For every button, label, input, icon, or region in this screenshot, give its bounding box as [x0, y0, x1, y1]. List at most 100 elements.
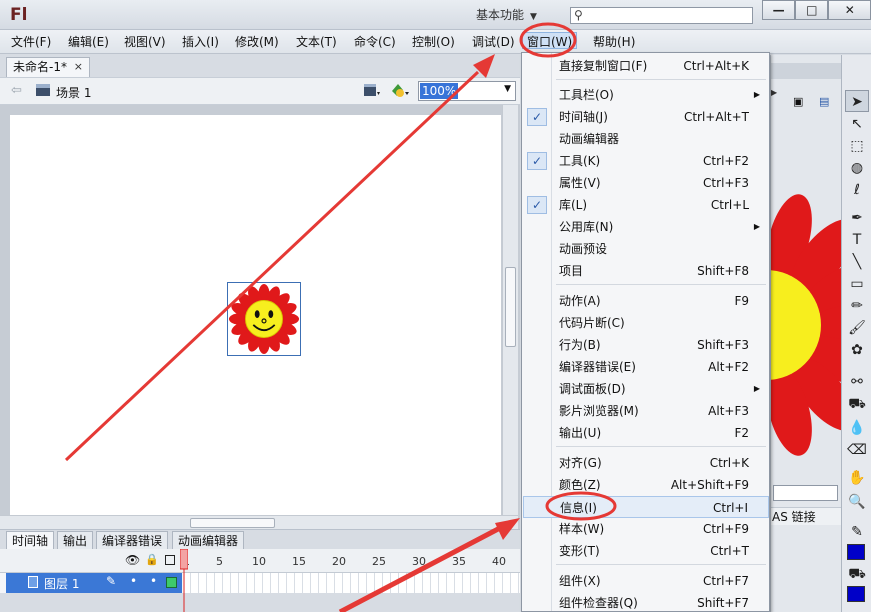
tab-compiler-errors[interactable]: 编译器错误	[96, 531, 169, 550]
subselection-tool-icon[interactable]: ↖	[845, 113, 869, 135]
window-menu-item[interactable]: 动作(A) F9	[523, 290, 769, 312]
library-pin-icon[interactable]: ▤	[819, 95, 829, 108]
menu-window[interactable]: 窗口(W)	[522, 32, 578, 49]
pen-tool-icon[interactable]: ✒	[845, 207, 869, 229]
window-menu-item[interactable]: 行为(B) Shift+F3	[523, 334, 769, 356]
horizontal-scrollbar[interactable]	[0, 515, 518, 529]
menu-item-label: 颜色(Z)	[559, 478, 601, 492]
menu-item-label: 工具(K)	[559, 154, 601, 168]
smiley-flower-symbol[interactable]	[227, 282, 301, 356]
window-menu-item[interactable]: 调试面板(D) ▶	[523, 378, 769, 400]
window-menu-item[interactable]: 变形(T) Ctrl+T	[523, 540, 769, 562]
frame-number: 25	[372, 555, 386, 568]
window-menu-item[interactable]: 公用库(N) ▶	[523, 216, 769, 238]
eraser-tool-icon[interactable]: ⌫	[845, 439, 869, 461]
deco-tool-icon[interactable]: ✿	[845, 339, 869, 361]
window-menu-item[interactable]: 输出(U) F2	[523, 422, 769, 444]
menu-item-label: 代码片断(C)	[559, 316, 625, 330]
selection-tool-icon[interactable]: ➤	[845, 90, 869, 112]
maximize-button[interactable]: □	[795, 0, 829, 20]
stroke-color-swatch[interactable]	[847, 544, 865, 560]
window-menu-item[interactable]: 属性(V) Ctrl+F3	[523, 172, 769, 194]
as-linkage-column-header[interactable]: AS 链接	[771, 507, 842, 525]
menu-file[interactable]: 文件(F)	[11, 34, 51, 51]
menu-item-label: 调试面板(D)	[559, 382, 626, 396]
window-menu-item[interactable]: ✓ 库(L) Ctrl+L	[523, 194, 769, 216]
playhead[interactable]	[180, 549, 188, 612]
window-menu-item[interactable]: 组件(X) Ctrl+F7	[523, 570, 769, 592]
chevron-down-icon: ▼	[530, 12, 537, 22]
frames-grid[interactable]	[183, 573, 520, 593]
visibility-dot-icon[interactable]: •	[130, 574, 137, 588]
chevron-right-icon[interactable]: ▶	[771, 88, 777, 97]
search-icon: ⚲	[574, 8, 583, 22]
vertical-scroll-thumb[interactable]	[505, 267, 516, 347]
workspace-switcher[interactable]: 基本功能 ▼	[476, 6, 537, 24]
menu-view[interactable]: 视图(V)	[124, 34, 166, 51]
tab-output[interactable]: 输出	[57, 531, 94, 550]
menu-control[interactable]: 控制(O)	[412, 34, 455, 51]
layer-row[interactable]: 图层 1 ✎ • •	[0, 573, 520, 593]
window-controls: — □ ✕	[762, 0, 871, 20]
document-tab[interactable]: 未命名-1* ×	[6, 57, 90, 77]
window-menu-item[interactable]: 动画预设	[523, 238, 769, 260]
window-menu-item[interactable]: 项目 Shift+F8	[523, 260, 769, 282]
window-menu-item[interactable]: 工具栏(O) ▶	[523, 84, 769, 106]
window-menu-item[interactable]: 动画编辑器	[523, 128, 769, 150]
help-search-input[interactable]: ⚲	[570, 7, 753, 24]
vertical-scrollbar[interactable]	[502, 105, 518, 515]
bone-tool-icon[interactable]: ⚯	[845, 371, 869, 393]
tab-timeline[interactable]: 时间轴	[6, 531, 55, 550]
window-menu-item[interactable]: 代码片断(C)	[523, 312, 769, 334]
eyedropper-tool-icon[interactable]: 💧	[845, 417, 869, 439]
menu-item-label: 库(L)	[559, 198, 588, 212]
window-menu-item[interactable]: 样本(W) Ctrl+F9	[523, 518, 769, 540]
window-menu-item[interactable]: 信息(I) Ctrl+I	[523, 496, 769, 518]
paint-bucket-tool-icon[interactable]: ⛟	[845, 393, 869, 415]
window-menu-item[interactable]: 影片浏览器(M) Alt+F3	[523, 400, 769, 422]
menu-commands[interactable]: 命令(C)	[354, 34, 396, 51]
lock-dot-icon[interactable]: •	[150, 574, 157, 588]
menu-debug[interactable]: 调试(D)	[472, 34, 515, 51]
line-tool-icon[interactable]: ╲	[845, 251, 869, 273]
3d-rotation-tool-icon[interactable]: ◍	[845, 157, 869, 179]
library-search-input[interactable]	[773, 485, 838, 501]
layer-color-icon[interactable]	[166, 577, 177, 588]
zoom-select[interactable]: 100% ▼	[418, 81, 516, 101]
hand-tool-icon[interactable]: ✋	[845, 467, 869, 489]
window-menu-item[interactable]: 直接复制窗口(F) Ctrl+Alt+K	[523, 55, 769, 77]
horizontal-scroll-thumb[interactable]	[190, 518, 275, 528]
eye-icon[interactable]: 👁	[125, 553, 140, 567]
back-arrow-icon[interactable]: ⇦	[11, 83, 22, 98]
brush-tool-icon[interactable]: 🖌	[845, 317, 869, 339]
edit-scene-icon[interactable]	[363, 82, 381, 98]
fill-color-swatch[interactable]	[847, 586, 865, 602]
window-menu-item[interactable]: 组件检查器(Q) Shift+F7	[523, 592, 769, 612]
menu-help[interactable]: 帮助(H)	[593, 34, 635, 51]
close-icon[interactable]: ×	[74, 58, 83, 76]
library-new-icon[interactable]: ▣	[793, 95, 803, 108]
menu-edit[interactable]: 编辑(E)	[68, 34, 109, 51]
window-menu-item[interactable]: 编译器错误(E) Alt+F2	[523, 356, 769, 378]
tab-motion-editor[interactable]: 动画编辑器	[172, 531, 245, 550]
layer-cell[interactable]: 图层 1 ✎ • •	[6, 573, 182, 593]
free-transform-tool-icon[interactable]: ⬚	[845, 135, 869, 157]
text-tool-icon[interactable]: T	[845, 229, 869, 251]
zoom-tool-icon[interactable]: 🔍	[845, 491, 869, 513]
menu-insert[interactable]: 插入(I)	[182, 34, 219, 51]
menu-modify[interactable]: 修改(M)	[235, 34, 279, 51]
lasso-tool-icon[interactable]: ℓ	[845, 179, 869, 201]
menu-text[interactable]: 文本(T)	[296, 34, 337, 51]
window-menu-item[interactable]: 颜色(Z) Alt+Shift+F9	[523, 474, 769, 496]
rectangle-tool-icon[interactable]: ▭	[845, 273, 869, 295]
edit-symbols-icon[interactable]	[390, 82, 410, 98]
pencil-tool-icon[interactable]: ✏	[845, 295, 869, 317]
close-button[interactable]: ✕	[828, 0, 871, 20]
menu-item-label: 时间轴(J)	[559, 110, 608, 124]
window-menu-item[interactable]: 对齐(G) Ctrl+K	[523, 452, 769, 474]
window-menu-item[interactable]: ✓ 时间轴(J) Ctrl+Alt+T	[523, 106, 769, 128]
window-menu-item[interactable]: ✓ 工具(K) Ctrl+F2	[523, 150, 769, 172]
minimize-button[interactable]: —	[762, 0, 796, 20]
outline-icon[interactable]	[165, 555, 175, 565]
lock-icon[interactable]: 🔒	[145, 553, 159, 566]
